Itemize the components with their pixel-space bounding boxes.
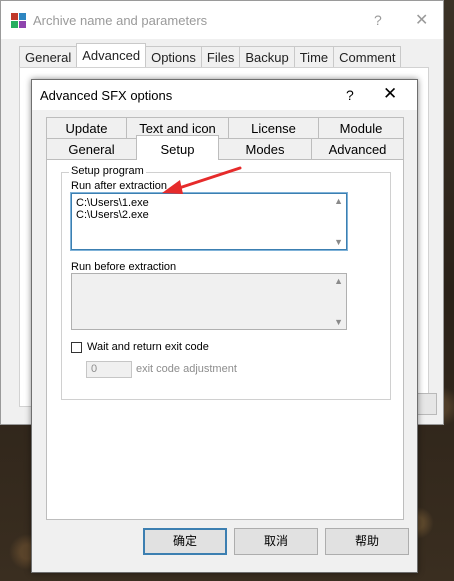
- scroll-up-icon[interactable]: ▲: [334, 196, 343, 206]
- back-window-title: Archive name and parameters: [33, 13, 208, 28]
- tab-module[interactable]: Module: [318, 117, 404, 139]
- run-after-line-1: C:\Users\1.exe: [76, 197, 149, 209]
- tab-general[interactable]: General: [46, 138, 137, 160]
- dialog-help-button[interactable]: ?: [346, 87, 354, 103]
- back-tab-comment[interactable]: Comment: [333, 46, 402, 68]
- back-tab-advanced[interactable]: Advanced: [76, 43, 147, 68]
- tab-modes[interactable]: Modes: [218, 138, 312, 160]
- tab-row-bottom: General Setup Modes Advanced: [46, 135, 404, 160]
- run-after-extraction-textarea[interactable]: C:\Users\1.exe C:\Users\2.exe ▲ ▼: [70, 192, 348, 251]
- back-tab-general[interactable]: General: [19, 46, 78, 68]
- tab-advanced[interactable]: Advanced: [311, 138, 404, 160]
- setup-tab-panel: Setup program Run after extraction C:\Us…: [46, 159, 404, 520]
- exit-code-adjustment-input[interactable]: 0: [86, 361, 132, 378]
- run-after-line-2: C:\Users\2.exe: [76, 209, 149, 221]
- back-tab-files[interactable]: Files: [200, 46, 241, 68]
- tab-row-top: Update Text and icon License Module: [46, 117, 404, 139]
- tab-license[interactable]: License: [228, 117, 319, 139]
- run-before-extraction-label: Run before extraction: [71, 261, 177, 273]
- back-tab-backup[interactable]: Backup: [239, 46, 295, 68]
- dialog-title: Advanced SFX options: [40, 88, 173, 103]
- advanced-sfx-options-dialog: Advanced SFX options ? ✕ Update Text and…: [31, 79, 418, 573]
- back-window-titlebar: Archive name and parameters ? ✕: [1, 1, 443, 39]
- back-tab-strip: General Advanced Options Files Backup Ti…: [19, 43, 402, 68]
- back-tab-options[interactable]: Options: [145, 46, 202, 68]
- cancel-button[interactable]: 取消: [234, 528, 318, 555]
- scroll-down-icon[interactable]: ▼: [334, 317, 343, 327]
- wait-exit-code-option[interactable]: Wait and return exit code: [71, 341, 209, 353]
- tab-update[interactable]: Update: [46, 117, 127, 139]
- scroll-down-icon[interactable]: ▼: [334, 237, 343, 247]
- tab-setup[interactable]: Setup: [136, 135, 219, 160]
- setup-program-group: Setup program Run after extraction C:\Us…: [61, 165, 391, 400]
- back-close-button[interactable]: ✕: [415, 10, 428, 30]
- help-button[interactable]: 帮助: [325, 528, 409, 555]
- winrar-icon: [11, 13, 26, 28]
- dialog-close-button[interactable]: ✕: [383, 84, 397, 104]
- wait-exit-code-label: Wait and return exit code: [87, 341, 209, 353]
- dialog-titlebar: Advanced SFX options ? ✕: [32, 80, 417, 110]
- scroll-up-icon[interactable]: ▲: [334, 276, 343, 286]
- ok-button[interactable]: 确定: [143, 528, 227, 555]
- exit-code-adjustment-label: exit code adjustment: [136, 363, 237, 375]
- back-help-button[interactable]: ?: [374, 12, 382, 28]
- back-tab-time[interactable]: Time: [293, 46, 335, 68]
- run-after-extraction-lines: C:\Users\1.exe C:\Users\2.exe: [76, 197, 149, 221]
- setup-program-group-title: Setup program: [69, 165, 146, 177]
- run-before-extraction-textarea[interactable]: ▲ ▼: [71, 273, 347, 330]
- wait-exit-code-checkbox[interactable]: [71, 341, 82, 353]
- red-arrow-annotation: [162, 166, 242, 194]
